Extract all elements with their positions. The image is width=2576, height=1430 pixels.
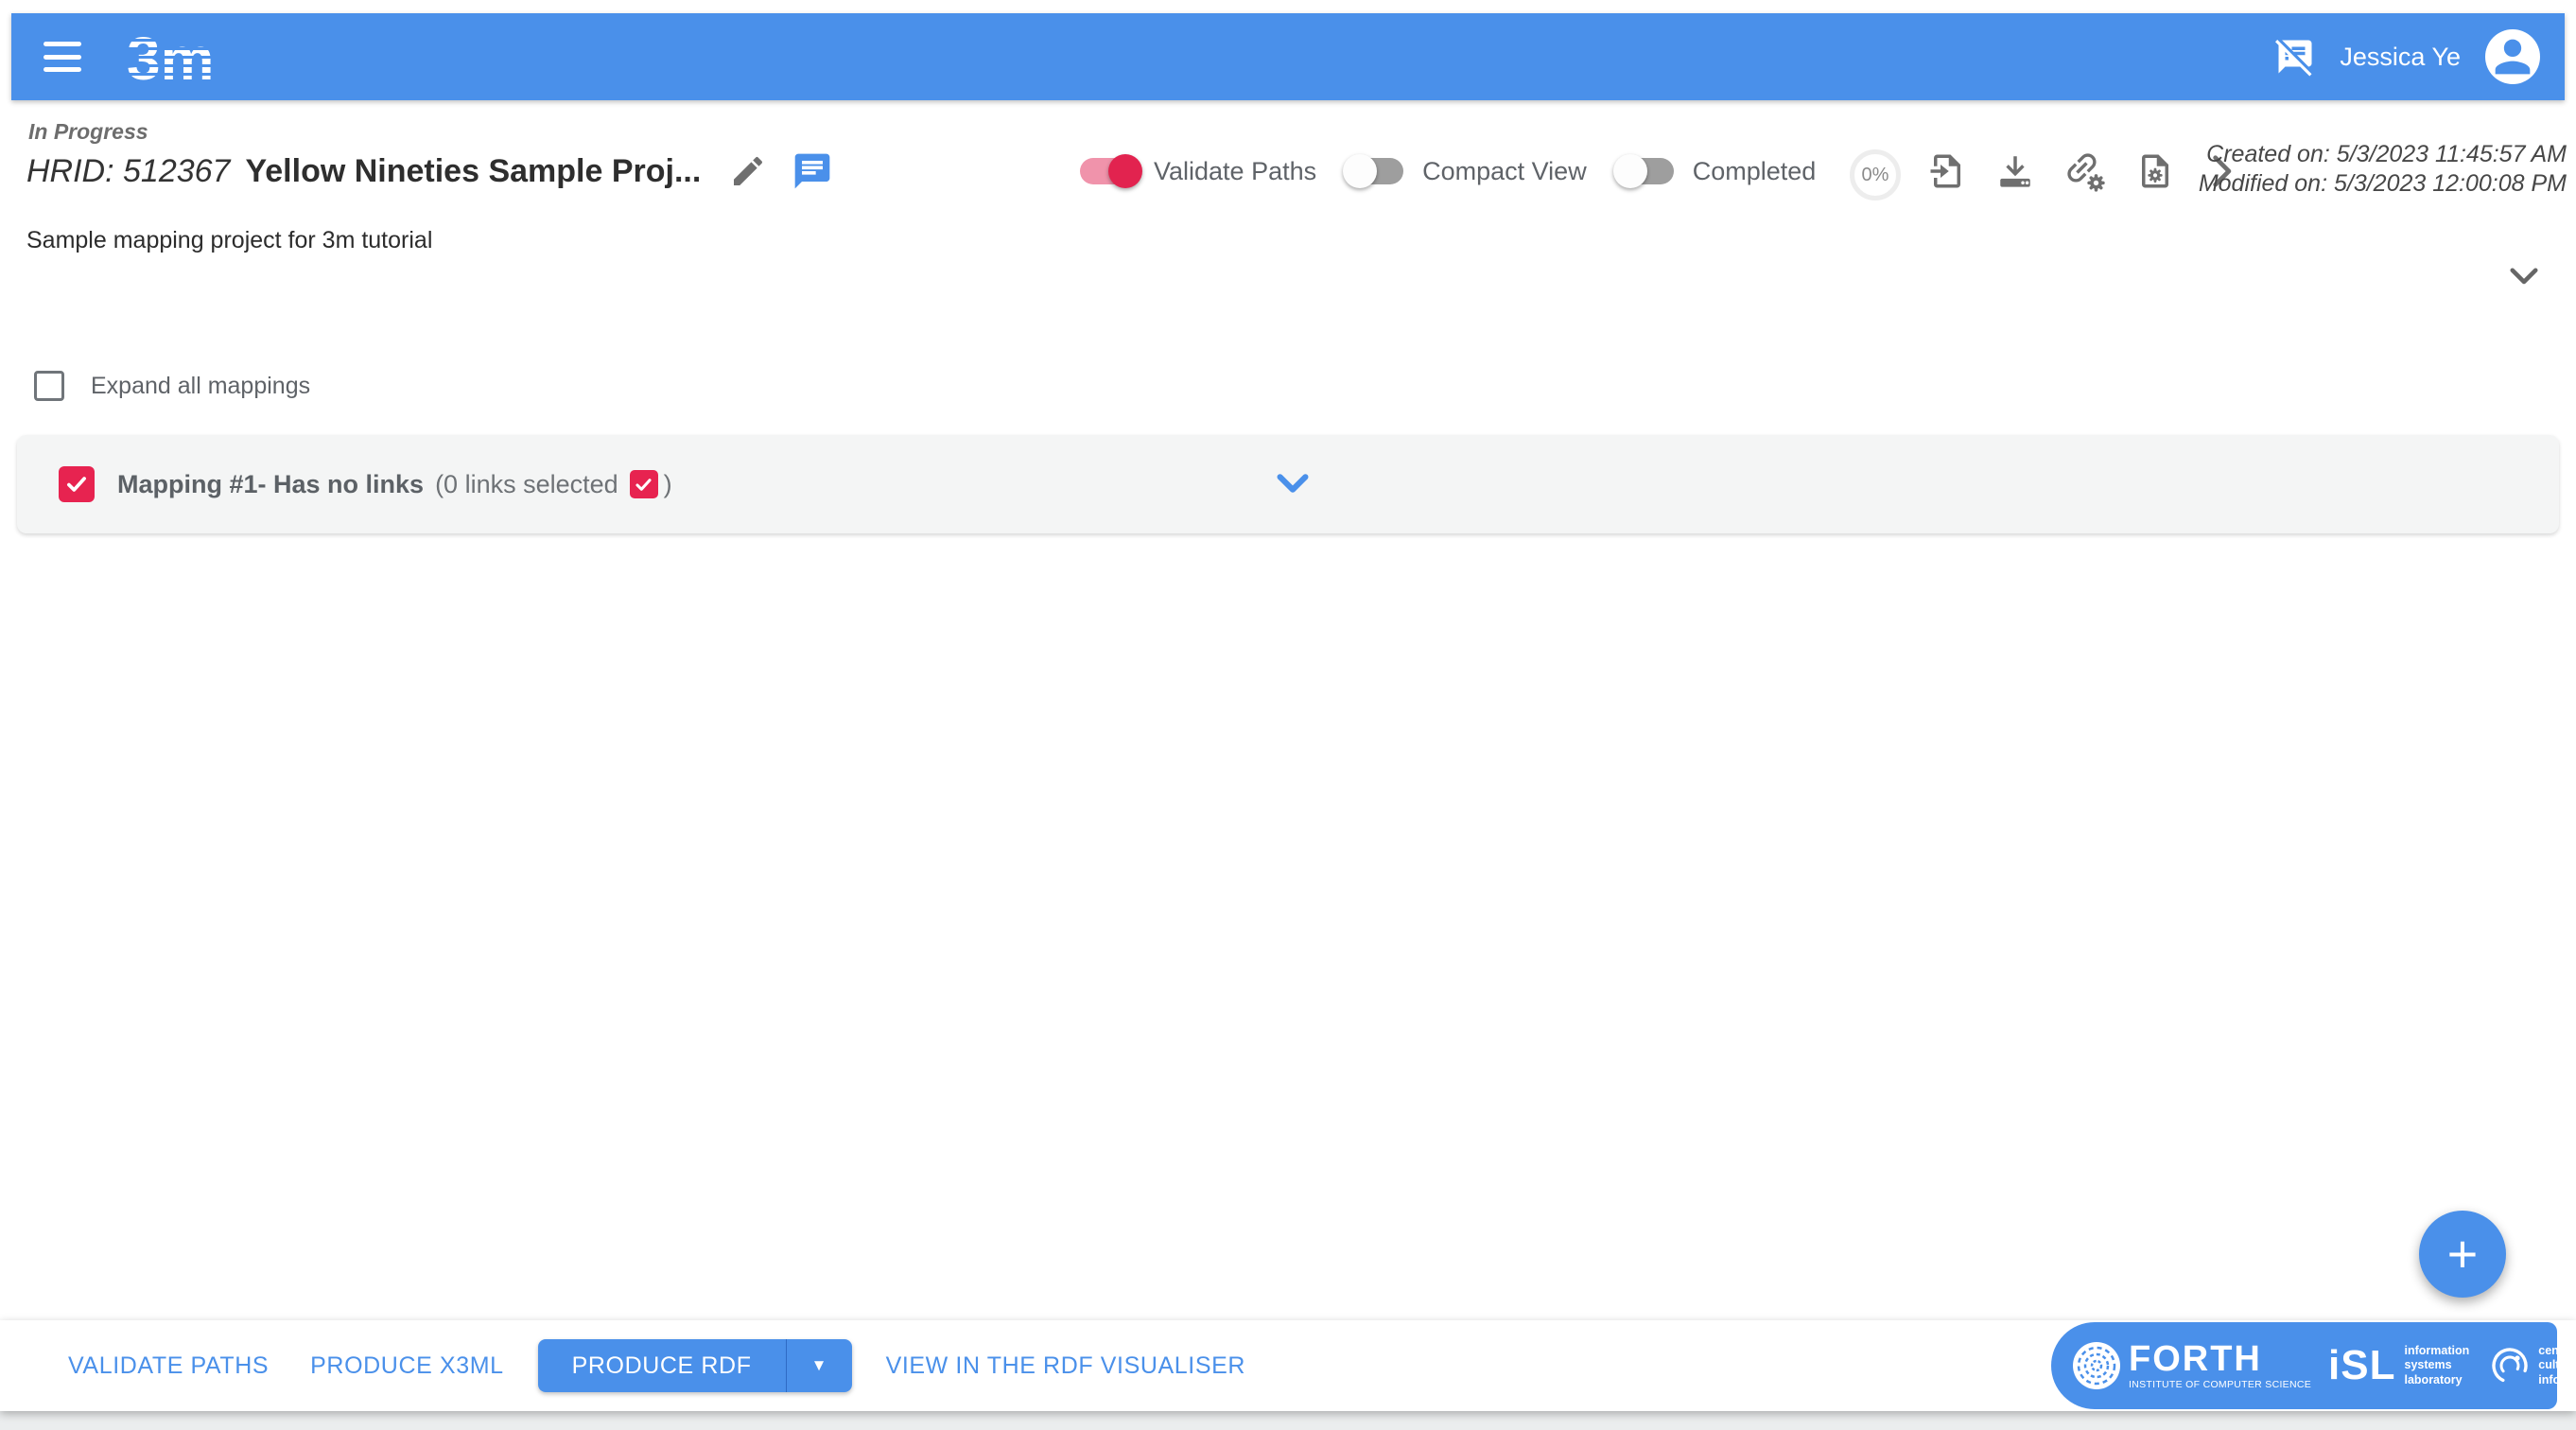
validate-paths-button[interactable]: VALIDATE PATHS — [47, 1339, 289, 1393]
produce-rdf-button[interactable]: PRODUCE RDF — [537, 1339, 786, 1392]
validate-paths-switch[interactable] — [1078, 154, 1142, 188]
project-status: In Progress — [28, 119, 148, 144]
isl-logo: iSL — [2328, 1342, 2396, 1388]
menu-icon[interactable] — [44, 42, 81, 72]
created-on: Created on: 5/3/2023 11:45:57 AM — [2206, 141, 2567, 167]
produce-rdf-dropdown-icon[interactable]: ▼ — [785, 1339, 852, 1392]
logo-text: 3m — [127, 25, 215, 93]
mapping-links-suffix: ) — [663, 469, 672, 498]
forth-seal-logo — [2072, 1341, 2121, 1390]
avatar[interactable] — [2485, 29, 2540, 84]
bottom-strip — [0, 1409, 2576, 1430]
compact-view-label: Compact View — [1422, 156, 1587, 185]
project-title-row: HRID: 512367 Yellow Nineties Sample Proj… — [26, 146, 858, 197]
import-file-icon[interactable] — [1927, 151, 1967, 191]
forth-subtitle: INSTITUTE OF COMPUTER SCIENCE — [2129, 1379, 2312, 1391]
add-mapping-fab[interactable]: + — [2419, 1211, 2506, 1298]
app-page: 3m Jessica Ye In Progress HRID: 512367 Y… — [0, 0, 2576, 1430]
mapping-title: Mapping #1- Has no links — [117, 469, 425, 498]
forth-name: FORTH — [2129, 1339, 2262, 1380]
edit-icon[interactable] — [729, 152, 767, 190]
cci-logo — [2488, 1344, 2532, 1387]
completed-label: Completed — [1692, 156, 1817, 185]
mapping-links-checkbox[interactable] — [629, 470, 658, 498]
bottom-action-bar: VALIDATE PATHS PRODUCE X3ML PRODUCE RDF … — [0, 1320, 2576, 1411]
toggle-bar: Validate Paths Compact View Completed — [1078, 146, 1846, 197]
comments-icon[interactable] — [792, 150, 833, 192]
progress-value: 0% — [1861, 164, 1889, 185]
compact-view-switch[interactable] — [1343, 154, 1405, 188]
completed-switch[interactable] — [1612, 154, 1676, 188]
speaker-notes-off-icon[interactable] — [2275, 37, 2315, 77]
topbar-right: Jessica Ye — [2275, 13, 2540, 100]
project-actions — [1927, 146, 2239, 197]
mapping-expand-chevron-down-icon[interactable] — [1271, 462, 1314, 505]
isl-label: information systems laboratory — [2404, 1343, 2470, 1386]
expand-all-checkbox[interactable] — [34, 371, 64, 401]
app-logo: 3m — [125, 25, 276, 93]
project-hrid: HRID: 512367 — [26, 152, 231, 189]
top-app-bar: 3m Jessica Ye — [11, 13, 2565, 100]
download-icon[interactable] — [1995, 151, 2035, 191]
toggle-compact-view: Compact View — [1343, 154, 1587, 188]
produce-rdf-split-button: PRODUCE RDF ▼ — [537, 1339, 852, 1392]
expand-all-label: Expand all mappings — [91, 372, 311, 399]
project-description: Sample mapping project for 3m tutorial — [26, 227, 433, 253]
project-dates: Created on: 5/3/2023 11:45:57 AM Modifie… — [2199, 140, 2567, 199]
collapse-header-chevron-down-icon[interactable] — [2504, 255, 2544, 295]
plus-icon: + — [2446, 1224, 2479, 1283]
expand-all-row: Expand all mappings — [34, 371, 310, 401]
user-name: Jessica Ye — [2340, 42, 2461, 71]
link-settings-icon[interactable] — [2063, 149, 2107, 193]
toggle-validate-paths: Validate Paths — [1078, 154, 1316, 188]
file-settings-icon[interactable] — [2135, 151, 2175, 191]
view-rdf-visualiser-button[interactable]: VIEW IN THE RDF VISUALISER — [865, 1339, 1266, 1393]
mapping-checkbox[interactable] — [59, 466, 95, 502]
progress-badge: 0% — [1850, 149, 1901, 201]
modified-on: Modified on: 5/3/2023 12:00:08 PM — [2198, 170, 2567, 197]
project-title: Yellow Nineties Sample Proj... — [245, 152, 702, 189]
mapping-row[interactable]: Mapping #1- Has no links (0 links select… — [17, 435, 2559, 533]
produce-x3ml-button[interactable]: PRODUCE X3ML — [289, 1339, 524, 1393]
validate-paths-label: Validate Paths — [1154, 156, 1317, 185]
toggle-completed: Completed — [1612, 154, 1817, 188]
branding-pill: FORTH INSTITUTE OF COMPUTER SCIENCE iSL … — [2051, 1322, 2576, 1409]
cci-label: center of cultural informatics — [2538, 1343, 2576, 1386]
forth-logo: FORTH INSTITUTE OF COMPUTER SCIENCE — [2129, 1341, 2311, 1390]
mapping-links-text: (0 links selected — [435, 469, 618, 498]
